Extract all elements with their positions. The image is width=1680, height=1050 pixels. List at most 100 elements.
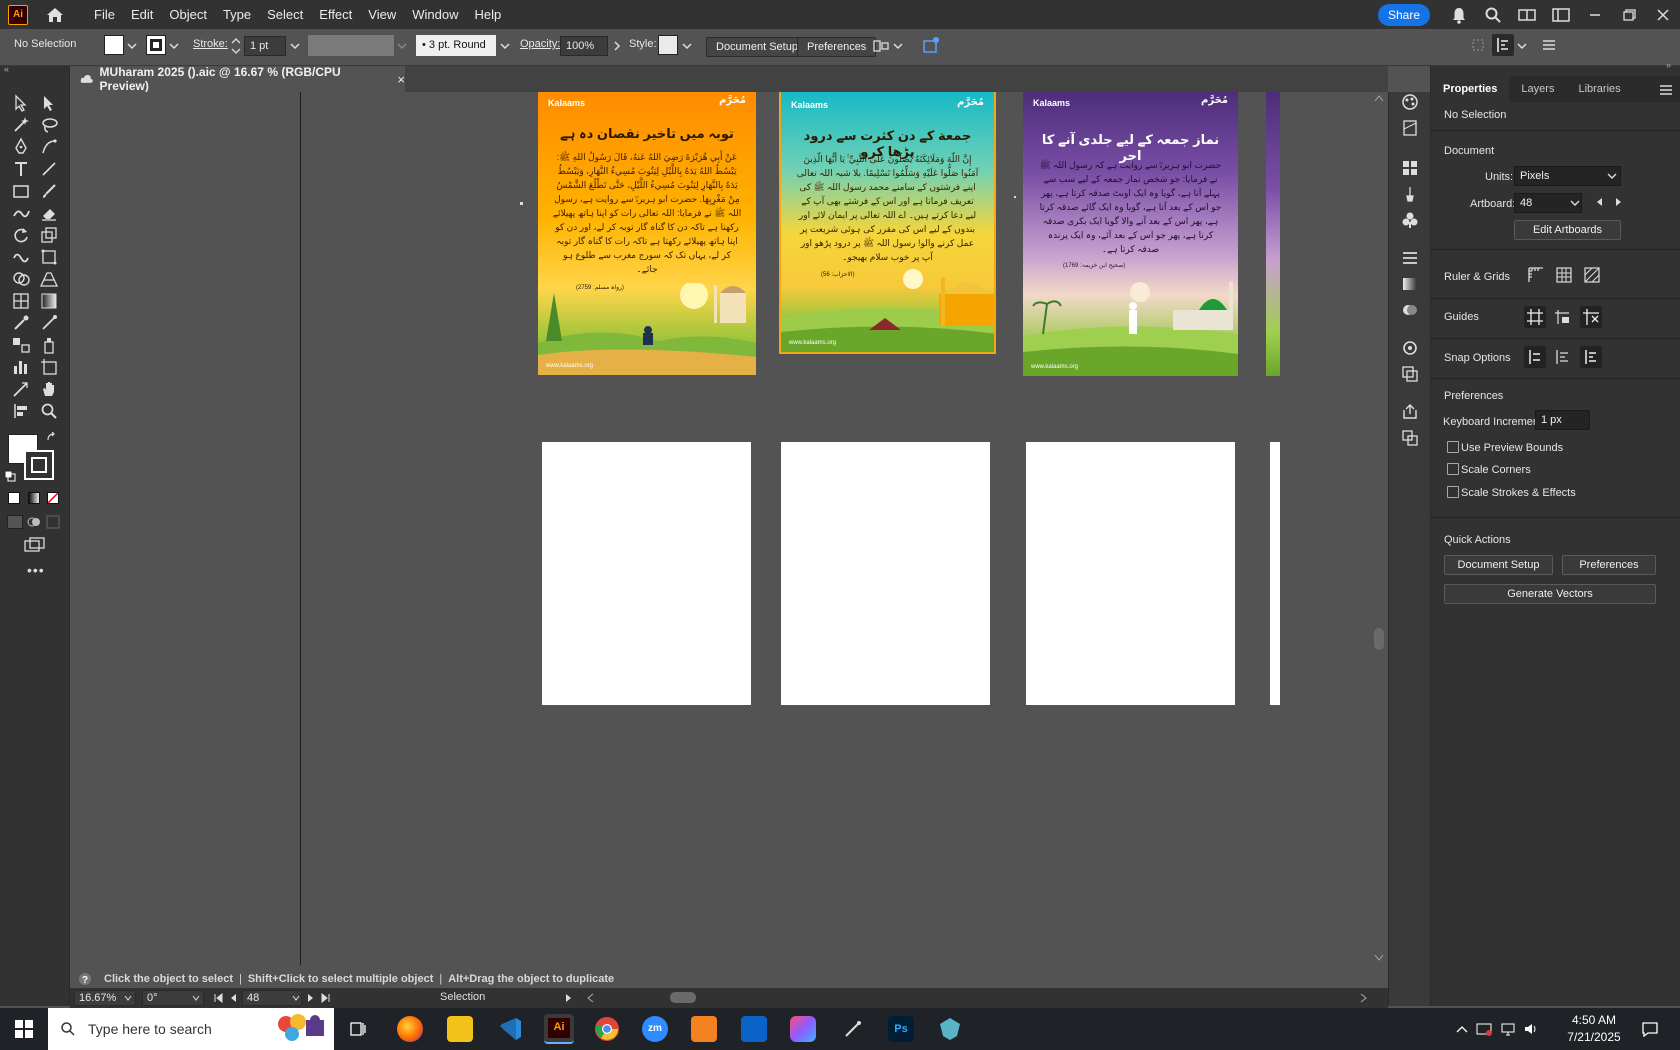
menu-type[interactable]: Type <box>215 7 259 22</box>
stroke-stepper-icon[interactable] <box>231 37 241 55</box>
firefox-icon[interactable] <box>397 1016 423 1042</box>
search-icon[interactable] <box>1483 5 1503 25</box>
zoom-tool-icon[interactable] <box>38 400 60 422</box>
eraser-tool-icon[interactable] <box>38 202 60 224</box>
tab-libraries[interactable]: Libraries <box>1566 76 1632 102</box>
scroll-right-icon[interactable] <box>1360 993 1368 1003</box>
type-tool-icon[interactable] <box>10 158 32 180</box>
blank-artboard[interactable] <box>542 442 751 705</box>
symbols-panel-icon[interactable] <box>1400 210 1420 230</box>
menu-edit[interactable]: Edit <box>123 7 161 22</box>
poster-3[interactable]: Kalaams مُحَرَّم نماز جمعہ کے لیے جلدی آ… <box>1023 92 1238 376</box>
last-artboard-icon[interactable] <box>321 993 331 1003</box>
shield-app-icon[interactable] <box>937 1016 963 1042</box>
chrome-icon[interactable] <box>594 1016 620 1042</box>
paintbrush-tool-icon[interactable] <box>38 180 60 202</box>
smart-guides-button[interactable] <box>1580 306 1602 328</box>
color-guide-icon[interactable] <box>1400 118 1420 138</box>
shape-builder-tool-icon[interactable] <box>10 268 32 290</box>
brush-definition[interactable]: • 3 pt. Round <box>416 35 496 56</box>
free-transform-tool-icon[interactable] <box>38 246 60 268</box>
graphic-style-swatch[interactable] <box>658 35 678 55</box>
photoshop-icon[interactable]: Ps <box>888 1016 914 1042</box>
artboards-panel-icon[interactable] <box>1400 428 1420 448</box>
eyedropper-tool-icon[interactable] <box>10 312 32 334</box>
quick-document-setup-button[interactable]: Document Setup <box>1444 555 1553 575</box>
chevron-down-icon[interactable] <box>290 41 300 51</box>
column-graph-tool-icon[interactable] <box>10 356 32 378</box>
status-menu-icon[interactable] <box>565 993 573 1003</box>
tab-properties[interactable]: Properties <box>1431 76 1510 102</box>
chevron-down-icon[interactable] <box>397 41 407 51</box>
scale-strokes-effects-checkbox[interactable] <box>1447 486 1459 498</box>
close-tab-icon[interactable]: × <box>397 72 405 87</box>
vertical-scroll-thumb[interactable] <box>1374 628 1384 650</box>
current-tool-status[interactable]: Selection <box>440 991 485 1003</box>
recolor-icon[interactable] <box>921 35 941 55</box>
scale-tool-icon[interactable] <box>38 224 60 246</box>
direct-selection-tool-icon[interactable] <box>38 92 60 114</box>
scroll-down-icon[interactable] <box>1374 954 1384 962</box>
chevron-down-icon[interactable] <box>127 41 137 51</box>
align-panel-tool-icon[interactable] <box>10 400 32 422</box>
vscode-icon[interactable] <box>497 1016 523 1042</box>
bell-icon[interactable] <box>1449 5 1469 25</box>
horizontal-scroll-thumb[interactable] <box>670 992 696 1003</box>
tab-layers[interactable]: Layers <box>1509 76 1566 102</box>
rotate-tool-icon[interactable] <box>10 224 32 246</box>
next-artboard-icon[interactable] <box>1615 197 1623 207</box>
notification-settings-icon[interactable] <box>1476 1021 1492 1037</box>
snap-to-point-button[interactable] <box>1524 346 1546 368</box>
menu-view[interactable]: View <box>360 7 404 22</box>
ruler-icon[interactable] <box>1527 266 1545 284</box>
poster-1[interactable]: Kalaams مُحَرَّم توبہ میں تاخیر نقصان دہ… <box>538 92 756 375</box>
panel-menu-icon[interactable] <box>1541 37 1557 53</box>
pen-tool-icon[interactable] <box>10 136 32 158</box>
swatches-panel-icon[interactable] <box>1400 158 1420 178</box>
task-view-icon[interactable] <box>349 1020 367 1038</box>
share-button[interactable]: Share <box>1377 3 1430 26</box>
collapse-toolbar-icon[interactable]: « <box>4 64 9 74</box>
color-panel-icon[interactable] <box>1400 92 1420 112</box>
line-tool-icon[interactable] <box>38 158 60 180</box>
chevron-down-icon[interactable] <box>1517 41 1527 51</box>
file-explorer-icon[interactable] <box>447 1016 473 1042</box>
scroll-up-icon[interactable] <box>1374 94 1384 102</box>
menu-select[interactable]: Select <box>259 7 311 22</box>
chevron-down-icon[interactable] <box>682 41 692 51</box>
perspective-grid-tool-icon[interactable] <box>38 268 60 290</box>
stroke-weight-field[interactable]: 1 pt <box>244 36 286 56</box>
edit-artboards-button[interactable]: Edit Artboards <box>1514 220 1621 240</box>
align-icon[interactable] <box>872 37 890 55</box>
transform-icon[interactable] <box>1470 37 1486 53</box>
menu-effect[interactable]: Effect <box>311 7 360 22</box>
xampp-icon[interactable] <box>691 1016 717 1042</box>
opacity-label[interactable]: Opacity: <box>520 38 560 50</box>
taskbar-search[interactable]: Type here to search <box>48 1008 334 1050</box>
blend-tool-icon[interactable] <box>10 334 32 356</box>
align-to-pixel-grid-button[interactable] <box>1492 34 1514 56</box>
screen-mode-icon[interactable] <box>23 536 47 554</box>
curvature-tool-icon[interactable] <box>38 136 60 158</box>
chevron-down-icon[interactable] <box>500 41 510 51</box>
lasso-tool-icon[interactable] <box>38 114 60 136</box>
color-mode-icon[interactable] <box>8 492 20 504</box>
transparency-grid-icon[interactable] <box>1583 266 1601 284</box>
draw-behind-icon[interactable] <box>27 515 41 529</box>
volume-icon[interactable] <box>1523 1021 1539 1037</box>
scale-corners-checkbox[interactable] <box>1447 463 1459 475</box>
menu-help[interactable]: Help <box>466 7 509 22</box>
draw-normal-icon[interactable] <box>7 515 23 529</box>
chevron-down-icon[interactable] <box>124 995 132 1001</box>
generate-vectors-button[interactable]: Generate Vectors <box>1444 584 1656 604</box>
chevron-down-icon[interactable] <box>192 995 200 1001</box>
blank-artboard[interactable] <box>781 442 990 705</box>
blank-artboard[interactable] <box>1026 442 1235 705</box>
keyboard-increment-field[interactable]: 1 px <box>1535 410 1590 430</box>
panel-menu-icon[interactable] <box>1659 84 1673 96</box>
swap-colors-icon[interactable] <box>46 432 58 444</box>
units-dropdown[interactable]: Pixels <box>1514 166 1621 186</box>
mesh-tool-icon[interactable] <box>10 290 32 312</box>
symbol-sprayer-tool-icon[interactable] <box>38 334 60 356</box>
arrange-documents-icon[interactable] <box>1517 5 1537 25</box>
